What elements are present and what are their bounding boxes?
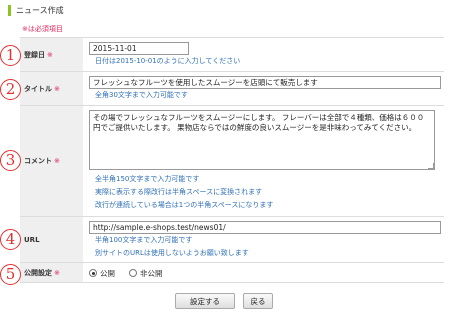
comment-hint-3: 改行が連続している場合は1つの半角スペースになります — [95, 201, 274, 209]
required-mark: ※ — [54, 157, 60, 165]
title-label: タイトル ※ — [20, 72, 83, 105]
news-form: 登録日 ※ 2015-11-01 日付は2015-10-01のように入力してくださ… — [20, 37, 444, 283]
publish-option-private[interactable]: 非公開 — [129, 268, 163, 279]
radio-unselected-icon[interactable] — [129, 269, 137, 277]
page-title: ニュース作成 — [8, 4, 64, 16]
required-mark: ※ — [47, 50, 53, 59]
comment-hint-2: 実際に表示する際改行は半角スペースに変換されます — [95, 188, 263, 196]
date-input[interactable]: 2015-11-01 — [89, 42, 189, 55]
publish-option-private-label: 非公開 — [140, 268, 163, 278]
row-comment: コメント ※ その場でフレッシュなフルーツをスムージーにします。 フレーバーは全部… — [20, 106, 444, 217]
row-date: 登録日 ※ 2015-11-01 日付は2015-10-01のように入力してくださ… — [20, 38, 444, 72]
publish-label: 公開設定 ※ — [20, 263, 83, 282]
url-hint-2: 別サイトのURLは使用しないようお願い致します — [95, 249, 249, 257]
comment-text: その場でフレッシュなフルーツをスムージーにします。 フレーバーは全部で４種類、価… — [93, 113, 425, 132]
title-field-cell: フレッシュなフルーツを使用したスムージーを店頭にて販売します 全角30文字まで入… — [83, 72, 444, 105]
required-mark: ※ — [54, 268, 60, 277]
page-title-text: ニュース作成 — [16, 5, 64, 15]
number-badge-5: 5 — [0, 264, 21, 285]
date-hint: 日付は2015-10-01のように入力してください — [95, 57, 241, 65]
url-label: URL — [20, 217, 83, 262]
comment-label-text: コメント — [24, 157, 52, 165]
title-input[interactable]: フレッシュなフルーツを使用したスムージーを店頭にて販売します — [89, 76, 441, 89]
title-hint: 全角30文字まで入力可能です — [95, 91, 188, 99]
resize-handle-icon[interactable] — [428, 163, 434, 169]
comment-label: コメント ※ — [20, 106, 83, 216]
number-badge-4: 4 — [0, 229, 21, 250]
back-button[interactable]: 戻る — [243, 293, 273, 309]
title-label-text: タイトル — [24, 84, 52, 93]
url-label-text: URL — [24, 235, 40, 244]
number-badge-2: 2 — [0, 79, 21, 100]
url-input[interactable]: http://sample.e-shops.test/news01/ — [89, 221, 441, 234]
date-label-text: 登録日 — [24, 50, 45, 59]
comment-field-cell: その場でフレッシュなフルーツをスムージーにします。 フレーバーは全部で４種類、価… — [83, 106, 444, 216]
url-hint-1: 半角100文字まで入力可能です — [95, 236, 193, 244]
number-badge-3: 3 — [0, 150, 21, 171]
required-mark: ※ — [54, 84, 60, 93]
date-field-cell: 2015-11-01 日付は2015-10-01のように入力してください — [83, 38, 444, 71]
action-buttons: 設定する 戻る — [175, 293, 273, 309]
comment-textarea[interactable]: その場でフレッシュなフルーツをスムージーにします。 フレーバーは全部で４種類、価… — [89, 110, 435, 170]
publish-field-cell: 公開 非公開 — [83, 263, 444, 282]
number-badge-1: 1 — [0, 45, 21, 66]
radio-selected-icon[interactable] — [89, 269, 97, 277]
required-note: ※は必須項目 — [22, 25, 63, 33]
url-field-cell: http://sample.e-shops.test/news01/ 半角100… — [83, 217, 444, 262]
row-url: URL http://sample.e-shops.test/news01/ 半… — [20, 217, 444, 263]
publish-label-text: 公開設定 — [24, 268, 52, 277]
comment-hint-1: 全半角150文字まで入力可能です — [95, 175, 200, 183]
date-label: 登録日 ※ — [20, 38, 83, 71]
row-publish: 公開設定 ※ 公開 非公開 — [20, 263, 444, 283]
title-accent-bar — [8, 4, 11, 16]
submit-button[interactable]: 設定する — [175, 293, 235, 309]
publish-radio-group: 公開 非公開 — [89, 267, 444, 279]
publish-option-public-label: 公開 — [100, 268, 115, 278]
row-title: タイトル ※ フレッシュなフルーツを使用したスムージーを店頭にて販売します 全角3… — [20, 72, 444, 106]
publish-option-public[interactable]: 公開 — [89, 268, 115, 279]
